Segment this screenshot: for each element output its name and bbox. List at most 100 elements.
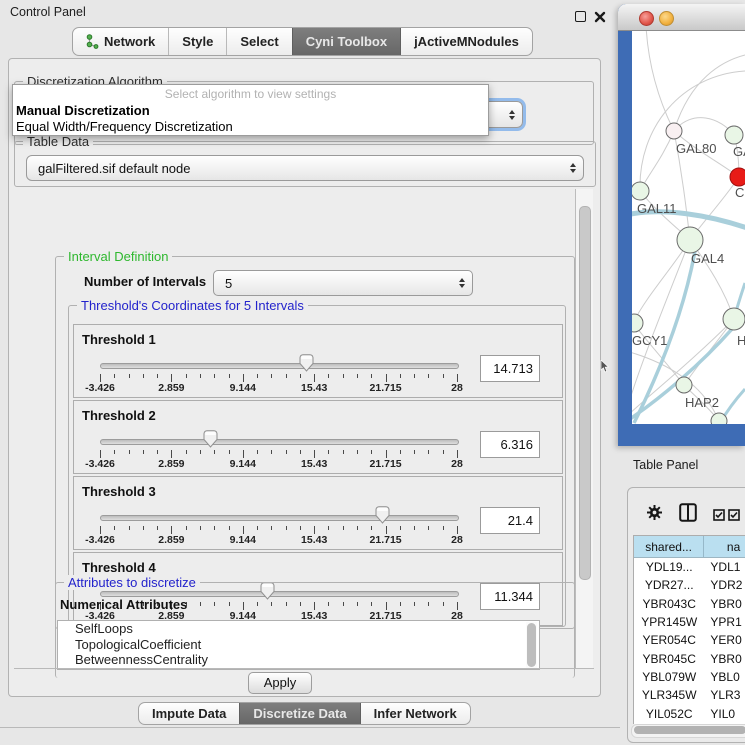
- tab-style[interactable]: Style: [168, 28, 226, 55]
- dropdown-option[interactable]: Manual Discretization: [13, 102, 488, 118]
- table-hscrollbar-thumb[interactable]: [634, 726, 745, 734]
- table-row[interactable]: YBR045CYBR0: [634, 649, 745, 667]
- application-root: Control Panel NetworkStyleSelectCyni Too…: [0, 0, 745, 745]
- list-scrollbar-thumb[interactable]: [527, 623, 536, 667]
- table-cell: YLR345W: [634, 688, 704, 702]
- tab-jactivemnodules[interactable]: jActiveMNodules: [400, 28, 532, 55]
- column-header-2[interactable]: na: [704, 536, 745, 557]
- tick-label: 28: [451, 458, 463, 470]
- tab-label: Select: [240, 34, 278, 49]
- table-data-combo[interactable]: galFiltered.sif default node: [26, 155, 584, 181]
- tick-label: 21.715: [370, 458, 402, 470]
- network-node[interactable]: [676, 377, 692, 393]
- algorithm-dropdown-popup: Select algorithm to view settings Manual…: [12, 84, 489, 136]
- table-row[interactable]: YER054CYER0: [634, 631, 745, 649]
- slider-thumb[interactable]: [203, 430, 218, 448]
- numerical-attributes-list[interactable]: SelfLoopsTopologicalCoefficientBetweenne…: [57, 620, 540, 670]
- window-titlebar[interactable]: [618, 4, 745, 31]
- tab-impute-data[interactable]: Impute Data: [139, 703, 239, 724]
- tick-label: 21.715: [370, 382, 402, 394]
- tick-label: 9.144: [230, 534, 256, 546]
- checkbox-icon[interactable]: [728, 508, 740, 526]
- apply-button[interactable]: Apply: [248, 672, 312, 694]
- table-row[interactable]: YDR27...YDR2: [634, 576, 745, 594]
- node-label: GAL80: [676, 141, 716, 156]
- attribute-item[interactable]: TopologicalCoefficient: [58, 637, 539, 653]
- group-title: Interval Definition: [64, 249, 172, 264]
- panel-scrollbar[interactable]: [575, 189, 593, 669]
- list-scrollbar[interactable]: [526, 622, 537, 668]
- close-panel-icon[interactable]: [594, 10, 606, 28]
- threshold-label: Threshold 2: [82, 408, 156, 423]
- tick-label: 2.859: [158, 534, 184, 546]
- network-node[interactable]: [725, 126, 743, 144]
- table-cell: YDR2: [704, 578, 745, 592]
- threshold-panel: Threshold 3-3.4262.8599.14415.4321.71528…: [73, 476, 563, 550]
- threshold-panel: Threshold 1-3.4262.8599.14415.4321.71528…: [73, 324, 563, 398]
- threshold-value-field[interactable]: 6.316: [480, 431, 540, 458]
- bottom-tab-bar: Impute Data Discretize Data Infer Network: [138, 702, 471, 725]
- tab-network[interactable]: Network: [73, 28, 168, 55]
- split-columns-icon[interactable]: [679, 503, 697, 527]
- table-cell: YER054C: [634, 633, 704, 647]
- attribute-item[interactable]: SelfLoops: [58, 621, 539, 637]
- tick-label: 2.859: [158, 458, 184, 470]
- slider-track[interactable]: [100, 515, 459, 521]
- table-cell: YBL079W: [634, 670, 704, 684]
- threshold-value-field[interactable]: 14.713: [480, 355, 540, 382]
- tick-label: 9.144: [230, 458, 256, 470]
- table-cell: YBR0: [704, 652, 745, 666]
- tick-label: 28: [451, 382, 463, 394]
- tick-label: 9.144: [230, 382, 256, 394]
- checkbox-icon[interactable]: [713, 508, 725, 526]
- network-icon: [86, 34, 99, 49]
- table-panel: shared...na YDL19...YDL1YDR27...YDR2YBR0…: [627, 487, 745, 743]
- network-node[interactable]: [723, 308, 745, 330]
- dropdown-option[interactable]: Equal Width/Frequency Discretization: [13, 118, 488, 134]
- slider-thumb[interactable]: [375, 506, 390, 524]
- table-row[interactable]: YBL079WYBL0: [634, 668, 745, 686]
- tick-label: 28: [451, 534, 463, 546]
- slider-tick-labels: -3.4262.8599.14415.4321.71528: [100, 458, 457, 470]
- cyni-toolbox-panel: Discretization Algorithm Table Data galF…: [8, 58, 601, 697]
- network-node[interactable]: [711, 413, 727, 424]
- table-cell: YDR27...: [634, 578, 704, 592]
- slider-track[interactable]: [100, 363, 459, 369]
- threshold-panel: Threshold 2-3.4262.8599.14415.4321.71528…: [73, 400, 563, 474]
- tab-discretize-data[interactable]: Discretize Data: [239, 703, 359, 724]
- network-node[interactable]: [666, 123, 682, 139]
- tab-infer-network[interactable]: Infer Network: [360, 703, 470, 724]
- table-data-group: Table Data galFiltered.sif default node: [14, 141, 596, 187]
- table-row[interactable]: YDL19...YDL1: [634, 558, 745, 576]
- network-node[interactable]: [632, 182, 649, 200]
- close-traffic-light[interactable]: [639, 11, 654, 26]
- network-node[interactable]: [677, 227, 703, 253]
- network-node[interactable]: [632, 314, 643, 332]
- table-row[interactable]: YIL052CYIL0: [634, 704, 745, 722]
- table-row[interactable]: YLR345WYLR3: [634, 686, 745, 704]
- tab-select[interactable]: Select: [226, 28, 291, 55]
- gear-icon[interactable]: [646, 504, 663, 526]
- attribute-item[interactable]: BetweennessCentrality: [58, 652, 539, 668]
- minimize-traffic-light[interactable]: [659, 11, 674, 26]
- column-header-1[interactable]: shared...: [634, 536, 704, 557]
- float-panel-icon[interactable]: [575, 11, 586, 22]
- network-node[interactable]: [730, 168, 745, 186]
- dropdown-options: Manual DiscretizationEqual Width/Frequen…: [13, 102, 488, 134]
- tab-cyni-toolbox[interactable]: Cyni Toolbox: [292, 28, 400, 55]
- slider-tick-labels: -3.4262.8599.14415.4321.71528: [100, 534, 457, 546]
- table-row[interactable]: YBR043CYBR0: [634, 595, 745, 613]
- slider-track[interactable]: [100, 439, 459, 445]
- table-row[interactable]: YPR145WYPR1: [634, 613, 745, 631]
- table-hscrollbar[interactable]: [631, 724, 745, 738]
- zoom-traffic-light[interactable]: [679, 11, 692, 24]
- tab-label: Discretize Data: [253, 706, 346, 721]
- number-of-intervals-combo[interactable]: 5: [213, 270, 473, 296]
- network-canvas[interactable]: GAL80GACGAL11GAL4GCY1HAHAP2: [632, 31, 745, 424]
- threshold-value-field[interactable]: 21.4: [480, 507, 540, 534]
- node-label: GCY1: [632, 333, 667, 348]
- panel-scrollbar-thumb[interactable]: [579, 206, 591, 580]
- table-panel-title: Table Panel: [633, 458, 698, 472]
- node-label: HAP2: [685, 395, 719, 410]
- slider-thumb[interactable]: [299, 354, 314, 372]
